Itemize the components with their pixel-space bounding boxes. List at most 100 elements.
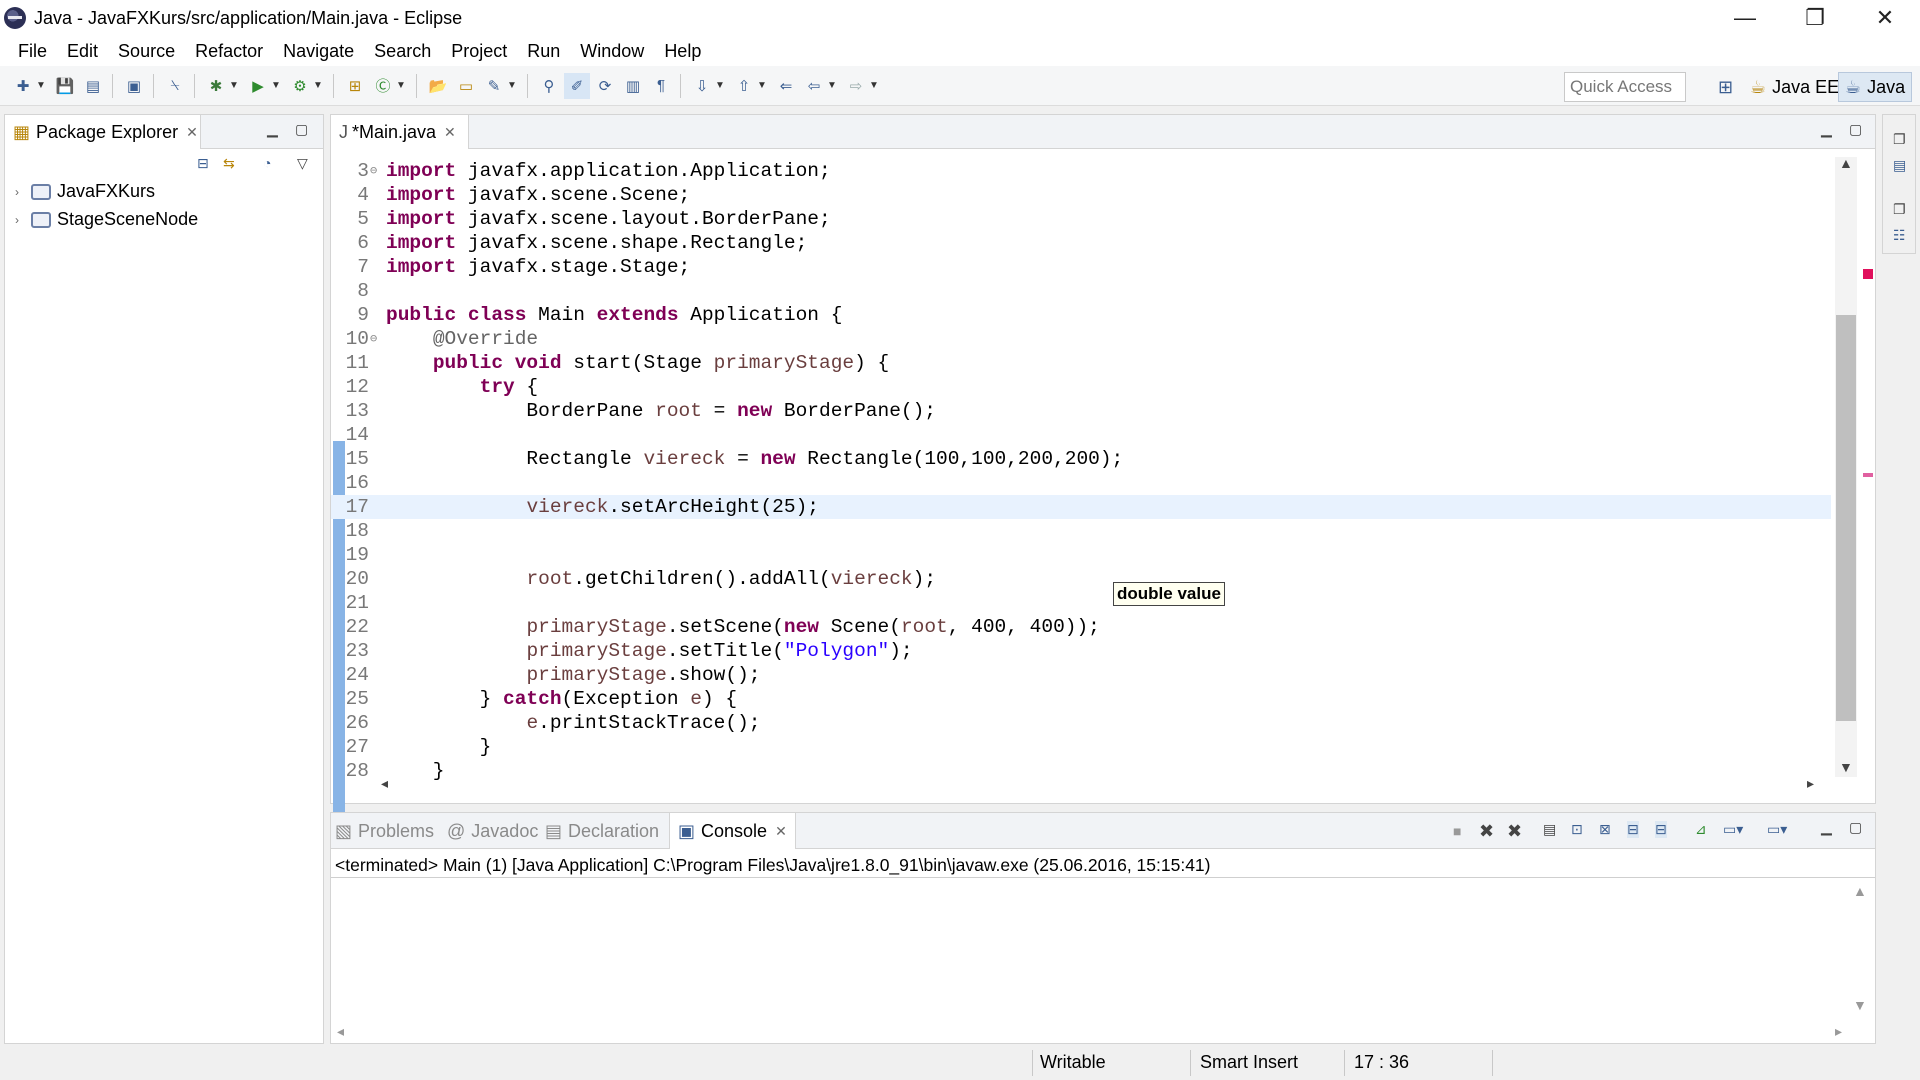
editor-tab-main-java[interactable]: J *Main.java ✕	[331, 115, 469, 149]
tab-javadoc[interactable]: @ Javadoc	[447, 813, 538, 849]
code-line[interactable]: 6 import javafx.scene.shape.Rectangle;	[331, 231, 1831, 255]
code-line[interactable]: 20 root.getChildren().addAll(viereck);	[331, 567, 1831, 591]
code-line[interactable]: 9 public class Main extends Application {	[331, 303, 1831, 327]
menu-refactor[interactable]: Refactor	[185, 36, 273, 66]
last-edit-location-icon[interactable]: ⇐	[773, 73, 799, 99]
menu-window[interactable]: Window	[570, 36, 654, 66]
perspective-java-ee[interactable]: ☕ Java EE	[1744, 72, 1845, 102]
restore-button[interactable]: ❐	[1780, 0, 1850, 36]
quick-access-input[interactable]: Quick Access	[1564, 72, 1686, 102]
minimize-icon[interactable]: ▁	[1821, 121, 1832, 138]
scroll-lock-icon[interactable]: ⊡	[1571, 821, 1583, 838]
tab-declaration[interactable]: ▤ Declaration	[545, 813, 659, 849]
code-line[interactable]: 7 import javafx.stage.Stage;	[331, 255, 1831, 279]
code-line[interactable]: 5 import javafx.scene.layout.BorderPane;	[331, 207, 1831, 231]
code-line[interactable]: 4 import javafx.scene.Scene;	[331, 183, 1831, 207]
word-wrap-icon[interactable]: ⊠	[1599, 821, 1611, 838]
minimize-icon[interactable]: ▁	[267, 121, 278, 138]
new-class-icon[interactable]: Ⓒ	[370, 73, 396, 99]
tab-problems[interactable]: ▧ Problems	[335, 813, 434, 849]
code-line[interactable]: 8	[331, 279, 1831, 303]
close-button[interactable]: ✕	[1850, 0, 1920, 36]
forward-icon[interactable]: ⇨	[843, 73, 869, 99]
menu-help[interactable]: Help	[654, 36, 711, 66]
perspective-java[interactable]: ☕ Java	[1838, 72, 1913, 102]
code-line[interactable]: 21	[331, 591, 1831, 615]
scroll-left-icon[interactable]: ◂	[381, 775, 388, 792]
outline-icon[interactable]: ▤	[1893, 157, 1906, 174]
maximize-icon[interactable]: ▢	[1849, 121, 1862, 138]
show-on-stderr-icon[interactable]: ⊟	[1655, 821, 1667, 838]
fold-toggle-icon[interactable]: ⊖	[370, 327, 377, 351]
back-icon[interactable]: ⇦	[801, 73, 827, 99]
menu-source[interactable]: Source	[108, 36, 185, 66]
minimize-icon[interactable]: ▁	[1821, 819, 1832, 836]
previous-annotation-dropdown-icon[interactable]: ▼	[757, 80, 767, 91]
code-line[interactable]: 26 e.printStackTrace();	[331, 711, 1831, 735]
focus-active-task-icon[interactable]: ◔	[263, 155, 271, 171]
search-icon[interactable]: ✎	[481, 73, 507, 99]
restore-icon[interactable]: ❐	[1893, 201, 1906, 218]
external-tools-icon[interactable]: ⚙	[287, 73, 313, 99]
code-line[interactable]: 10 ⊖ @Override	[331, 327, 1831, 351]
package-explorer-tab[interactable]: ▦ Package Explorer ✕	[5, 115, 201, 149]
external-tools-dropdown-icon[interactable]: ▼	[313, 80, 323, 91]
fold-toggle-icon[interactable]: ⊖	[370, 159, 377, 183]
code-line[interactable]: 12 try {	[331, 375, 1831, 399]
collapse-all-icon[interactable]: ⊟	[197, 155, 209, 172]
save-all-icon[interactable]: ▤	[80, 73, 106, 99]
show-on-stdout-icon[interactable]: ⊟	[1627, 821, 1639, 838]
tree-item-javafxkurs[interactable]: › JavaFXKurs	[15, 181, 155, 202]
open-type-icon[interactable]: 📂	[425, 73, 451, 99]
chevron-right-icon[interactable]: ›	[15, 213, 31, 227]
terminal-icon[interactable]: ▣	[121, 73, 147, 99]
tree-item-stagescenenode[interactable]: › StageSceneNode	[15, 209, 198, 230]
menu-run[interactable]: Run	[517, 36, 570, 66]
menu-project[interactable]: Project	[441, 36, 517, 66]
occurrence-marker[interactable]	[1863, 473, 1873, 477]
clear-console-icon[interactable]: ▤	[1543, 821, 1556, 838]
maximize-icon[interactable]: ▢	[295, 121, 308, 138]
scroll-down-icon[interactable]: ▼	[1853, 997, 1867, 1013]
code-line[interactable]: 24 primaryStage.show();	[331, 663, 1831, 687]
debug-icon[interactable]: ✱	[203, 73, 229, 99]
word-wrap-icon[interactable]: ▥	[620, 73, 646, 99]
new-class-dropdown-icon[interactable]: ▼	[396, 80, 406, 91]
open-console-icon[interactable]: ▭▾	[1767, 821, 1787, 838]
menu-navigate[interactable]: Navigate	[273, 36, 364, 66]
code-line[interactable]: 19	[331, 543, 1831, 567]
code-line[interactable]: 3 ⊖ import javafx.application.Application;	[331, 159, 1831, 183]
new-icon[interactable]: ✚	[10, 73, 36, 99]
next-annotation-icon[interactable]: ⇩	[689, 73, 715, 99]
code-line[interactable]: 15 Rectangle viereck = new Rectangle(100…	[331, 447, 1831, 471]
menu-edit[interactable]: Edit	[57, 36, 108, 66]
remove-all-launches-icon[interactable]: ✖	[1507, 821, 1522, 842]
close-icon[interactable]: ✕	[444, 124, 456, 141]
code-line[interactable]: 25 } catch(Exception e) {	[331, 687, 1831, 711]
code-line[interactable]: 13 BorderPane root = new BorderPane();	[331, 399, 1831, 423]
mark-occurrences-icon[interactable]: ✐	[564, 72, 590, 99]
new-dropdown-icon[interactable]: ▼	[36, 80, 46, 91]
terminate-icon[interactable]: ■	[1453, 823, 1461, 839]
error-marker-icon[interactable]	[1863, 269, 1873, 279]
task-list-icon[interactable]: ☷	[1893, 227, 1906, 244]
open-task-icon[interactable]: ▭	[453, 73, 479, 99]
menu-file[interactable]: File	[8, 36, 57, 66]
scroll-up-icon[interactable]: ▲	[1839, 155, 1853, 171]
open-perspective-button[interactable]: ⊞	[1712, 72, 1739, 102]
toggle-ant-icon[interactable]: ⚲	[536, 73, 562, 99]
back-dropdown-icon[interactable]: ▼	[827, 80, 837, 91]
code-line[interactable]: 18	[331, 519, 1831, 543]
skip-breakpoints-icon[interactable]: ⍀	[162, 73, 188, 99]
code-line[interactable]: 14	[331, 423, 1831, 447]
close-icon[interactable]: ✕	[186, 124, 198, 141]
view-menu-icon[interactable]: ▽	[297, 155, 308, 172]
debug-dropdown-icon[interactable]: ▼	[229, 80, 239, 91]
code-line[interactable]: 23 primaryStage.setTitle("Polygon");	[331, 639, 1831, 663]
scroll-down-icon[interactable]: ▼	[1839, 759, 1853, 775]
search-dropdown-icon[interactable]: ▼	[507, 80, 517, 91]
forward-dropdown-icon[interactable]: ▼	[869, 80, 879, 91]
horizontal-scrollbar[interactable]: ◂ ▸	[381, 775, 1831, 795]
vertical-scrollbar-thumb[interactable]	[1836, 315, 1856, 721]
display-console-icon[interactable]: ▭▾	[1723, 821, 1743, 838]
